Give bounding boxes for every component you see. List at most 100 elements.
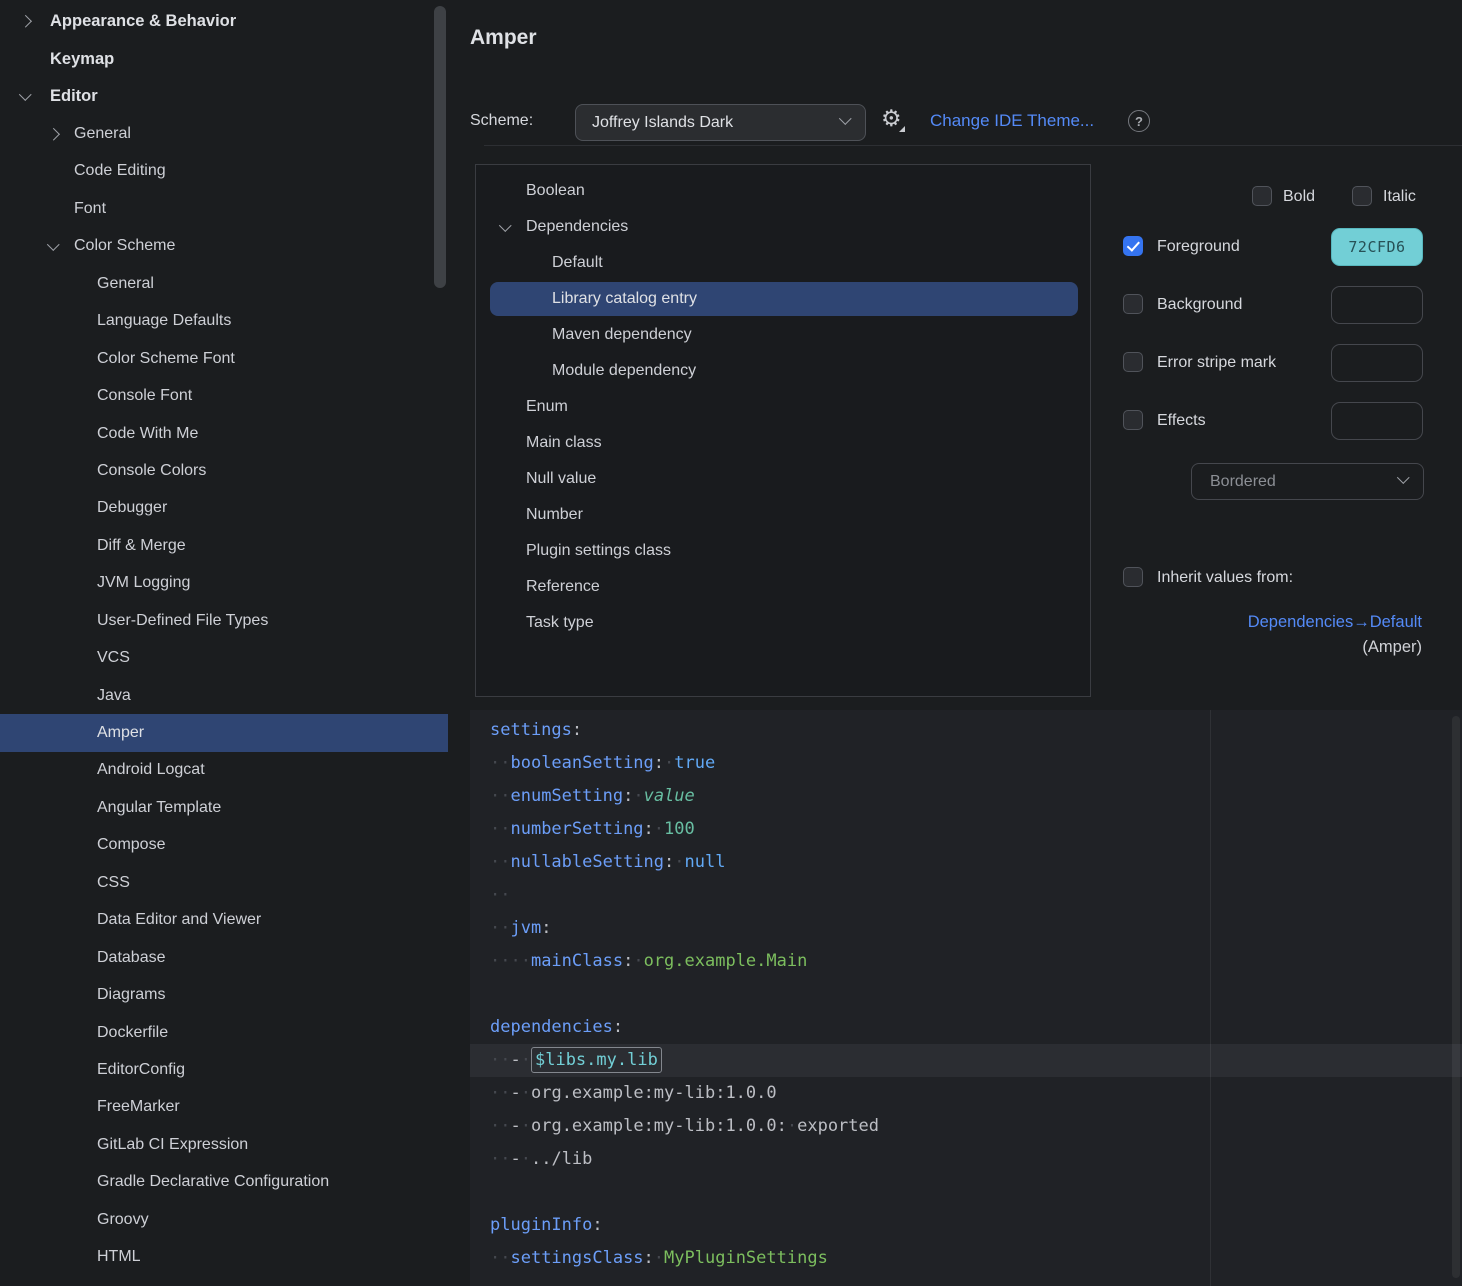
tree-item-library-catalog-entry[interactable]: Library catalog entry [476, 281, 1090, 317]
code-token-ws: ·· [490, 1050, 510, 1070]
code-line: ··-·org.example:my-lib:1.0.0:·exported [470, 1110, 1462, 1143]
effects-checkbox[interactable] [1123, 410, 1143, 430]
sidebar-item-gradle-declarative-configuration[interactable]: Gradle Declarative Configuration [0, 1164, 448, 1201]
sidebar-item-color-scheme-font[interactable]: Color Scheme Font [0, 340, 448, 377]
code-token-plain: : [654, 753, 664, 773]
inherit-source-link[interactable]: Dependencies→Default [1100, 613, 1422, 632]
background-color-field[interactable] [1331, 286, 1423, 324]
sidebar-item-user-defined-file-types[interactable]: User-Defined File Types [0, 602, 448, 639]
code-token-enum: value [644, 786, 695, 806]
sidebar-item-java[interactable]: Java [0, 677, 448, 714]
error-stripe-mark-color-field[interactable] [1331, 344, 1423, 382]
sidebar-item-console-font[interactable]: Console Font [0, 377, 448, 414]
effects-color-field[interactable] [1331, 402, 1423, 440]
sidebar-item-jvm-logging[interactable]: JVM Logging [0, 565, 448, 602]
code-token-plain: - [510, 1149, 520, 1169]
sidebar-item-data-editor-and-viewer[interactable]: Data Editor and Viewer [0, 902, 448, 939]
tree-item-label: Reference [526, 578, 600, 596]
italic-label: Italic [1383, 187, 1416, 207]
help-icon[interactable]: ? [1128, 110, 1150, 132]
sidebar-item-keymap[interactable]: Keymap [0, 40, 448, 77]
sidebar-item-language-defaults[interactable]: Language Defaults [0, 303, 448, 340]
code-token-plain: - [510, 1050, 520, 1070]
sidebar-item-code-editing[interactable]: Code Editing [0, 153, 448, 190]
code-token-plain: : [541, 918, 551, 938]
inherit-values-checkbox[interactable] [1123, 567, 1143, 587]
sidebar-item-database[interactable]: Database [0, 939, 448, 976]
code-token-kw: true [674, 753, 715, 773]
sidebar-item-font[interactable]: Font [0, 190, 448, 227]
chevron-down-icon[interactable] [499, 219, 511, 231]
code-line: ··numberSetting:·100 [470, 813, 1462, 846]
sidebar-item-dockerfile[interactable]: Dockerfile [0, 1014, 448, 1051]
tree-item-boolean[interactable]: Boolean [476, 173, 1090, 209]
sidebar-item-diagrams[interactable]: Diagrams [0, 976, 448, 1013]
bold-checkbox[interactable] [1252, 186, 1272, 206]
foreground-checkbox[interactable] [1123, 236, 1143, 256]
sidebar-item-gitlab-ci-expression[interactable]: GitLab CI Expression [0, 1126, 448, 1163]
code-preview-editor[interactable]: settings:··booleanSetting:·true··enumSet… [470, 710, 1462, 1286]
tree-item-main-class[interactable]: Main class [476, 425, 1090, 461]
sidebar-item-color-scheme[interactable]: Color Scheme [0, 228, 448, 265]
sidebar-item-console-colors[interactable]: Console Colors [0, 452, 448, 489]
sidebar-item-groovy[interactable]: Groovy [0, 1201, 448, 1238]
tree-item-plugin-settings-class[interactable]: Plugin settings class [476, 533, 1090, 569]
foreground-color-field[interactable]: 72CFD6 [1331, 228, 1423, 266]
sidebar-item-android-logcat[interactable]: Android Logcat [0, 752, 448, 789]
tree-item-label: Number [526, 506, 583, 524]
sidebar-item-general[interactable]: General [0, 115, 448, 152]
sidebar-item-label: Android Logcat [97, 761, 205, 779]
tree-item-maven-dependency[interactable]: Maven dependency [476, 317, 1090, 353]
sidebar-scrollbar[interactable] [434, 6, 446, 288]
code-token-ws: ·· [490, 819, 510, 839]
sidebar-item-appearance-behavior[interactable]: Appearance & Behavior [0, 3, 448, 40]
sidebar-item-debugger[interactable]: Debugger [0, 490, 448, 527]
italic-checkbox[interactable] [1352, 186, 1372, 206]
tree-item-task-type[interactable]: Task type [476, 605, 1090, 641]
error-stripe-mark-label: Error stripe mark [1157, 353, 1276, 373]
sidebar-item-css[interactable]: CSS [0, 864, 448, 901]
sidebar-item-general[interactable]: General [0, 265, 448, 302]
sidebar-item-editorconfig[interactable]: EditorConfig [0, 1051, 448, 1088]
sidebar-item-angular-template[interactable]: Angular Template [0, 789, 448, 826]
page-title: Amper [470, 26, 537, 50]
code-token-plain: : [623, 786, 633, 806]
sidebar-item-vcs[interactable]: VCS [0, 639, 448, 676]
sidebar-item-label: Compose [97, 836, 165, 854]
chevron-down-icon[interactable] [19, 89, 31, 101]
gear-dropdown-triangle-icon [899, 126, 905, 132]
tree-item-dependencies[interactable]: Dependencies [476, 209, 1090, 245]
sidebar-item-label: Appearance & Behavior [50, 12, 236, 31]
tree-item-default[interactable]: Default [476, 245, 1090, 281]
tree-item-reference[interactable]: Reference [476, 569, 1090, 605]
change-ide-theme-link[interactable]: Change IDE Theme... [930, 111, 1094, 131]
chevron-right-icon[interactable] [19, 16, 31, 28]
sidebar-item-html[interactable]: HTML [0, 1238, 448, 1275]
tree-item-label: Null value [526, 470, 596, 488]
sidebar-item-amper[interactable]: Amper [0, 714, 448, 751]
code-token-ws: · [654, 1248, 664, 1268]
scheme-select[interactable]: Joffrey Islands Dark [575, 104, 866, 141]
sidebar-item-code-with-me[interactable]: Code With Me [0, 415, 448, 452]
chevron-right-icon[interactable] [47, 128, 59, 140]
code-token-kw: null [685, 852, 726, 872]
code-line: ··jvm: [470, 912, 1462, 945]
tree-item-module-dependency[interactable]: Module dependency [476, 353, 1090, 389]
tree-item-label: Main class [526, 434, 602, 452]
chevron-down-icon[interactable] [47, 238, 59, 250]
sidebar-item-label: Groovy [97, 1211, 149, 1229]
sidebar-item-freemarker[interactable]: FreeMarker [0, 1089, 448, 1126]
code-token-ws: ·· [490, 1083, 510, 1103]
effect-type-select[interactable]: Bordered [1191, 463, 1424, 500]
background-checkbox[interactable] [1123, 294, 1143, 314]
sidebar-item-editor[interactable]: Editor [0, 78, 448, 115]
code-line-caret: ··-·$libs.my.lib [470, 1044, 1462, 1077]
tree-item-label: Library catalog entry [552, 290, 697, 308]
tree-item-null-value[interactable]: Null value [476, 461, 1090, 497]
sidebar-item-compose[interactable]: Compose [0, 827, 448, 864]
sidebar-item-diff-merge[interactable]: Diff & Merge [0, 527, 448, 564]
error-stripe-mark-checkbox[interactable] [1123, 352, 1143, 372]
editor-scrollbar[interactable] [1452, 716, 1460, 1278]
tree-item-enum[interactable]: Enum [476, 389, 1090, 425]
tree-item-number[interactable]: Number [476, 497, 1090, 533]
